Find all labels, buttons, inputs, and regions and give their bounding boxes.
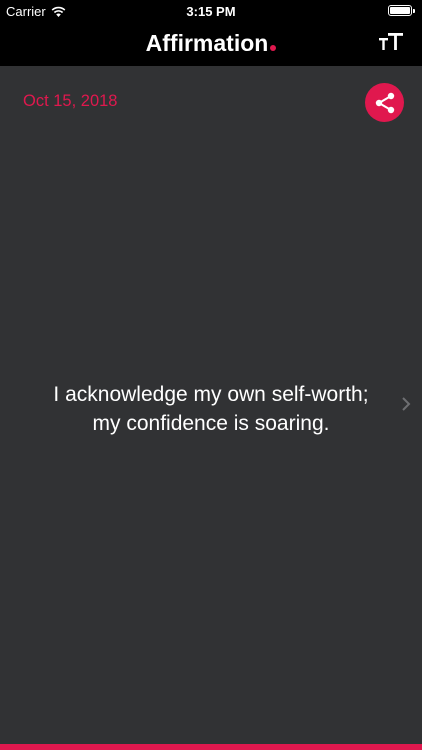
- text-size-icon[interactable]: [378, 31, 404, 53]
- title-dot: [270, 45, 277, 51]
- battery-icon: [388, 5, 415, 16]
- affirmation-line-1: I acknowledge my own self-worth;: [53, 383, 369, 406]
- bottom-accent-bar: [0, 744, 422, 750]
- app-title-text: Affirmation: [145, 30, 269, 56]
- affirmation-line-2: my confidence is soaring.: [92, 412, 330, 435]
- app-title: Affirmation: [0, 30, 422, 57]
- affirmation-text: I acknowledge my own self-worth; my conf…: [20, 380, 402, 438]
- chevron-right-icon[interactable]: [398, 394, 416, 414]
- entry-date: Oct 15, 2018: [23, 92, 118, 110]
- status-time: 3:15 PM: [186, 4, 236, 19]
- share-icon: [375, 92, 394, 113]
- header: Carrier 3:15 PM Affirmation: [0, 0, 422, 66]
- status-bar: Carrier 3:15 PM: [0, 0, 422, 22]
- share-button[interactable]: [365, 83, 404, 122]
